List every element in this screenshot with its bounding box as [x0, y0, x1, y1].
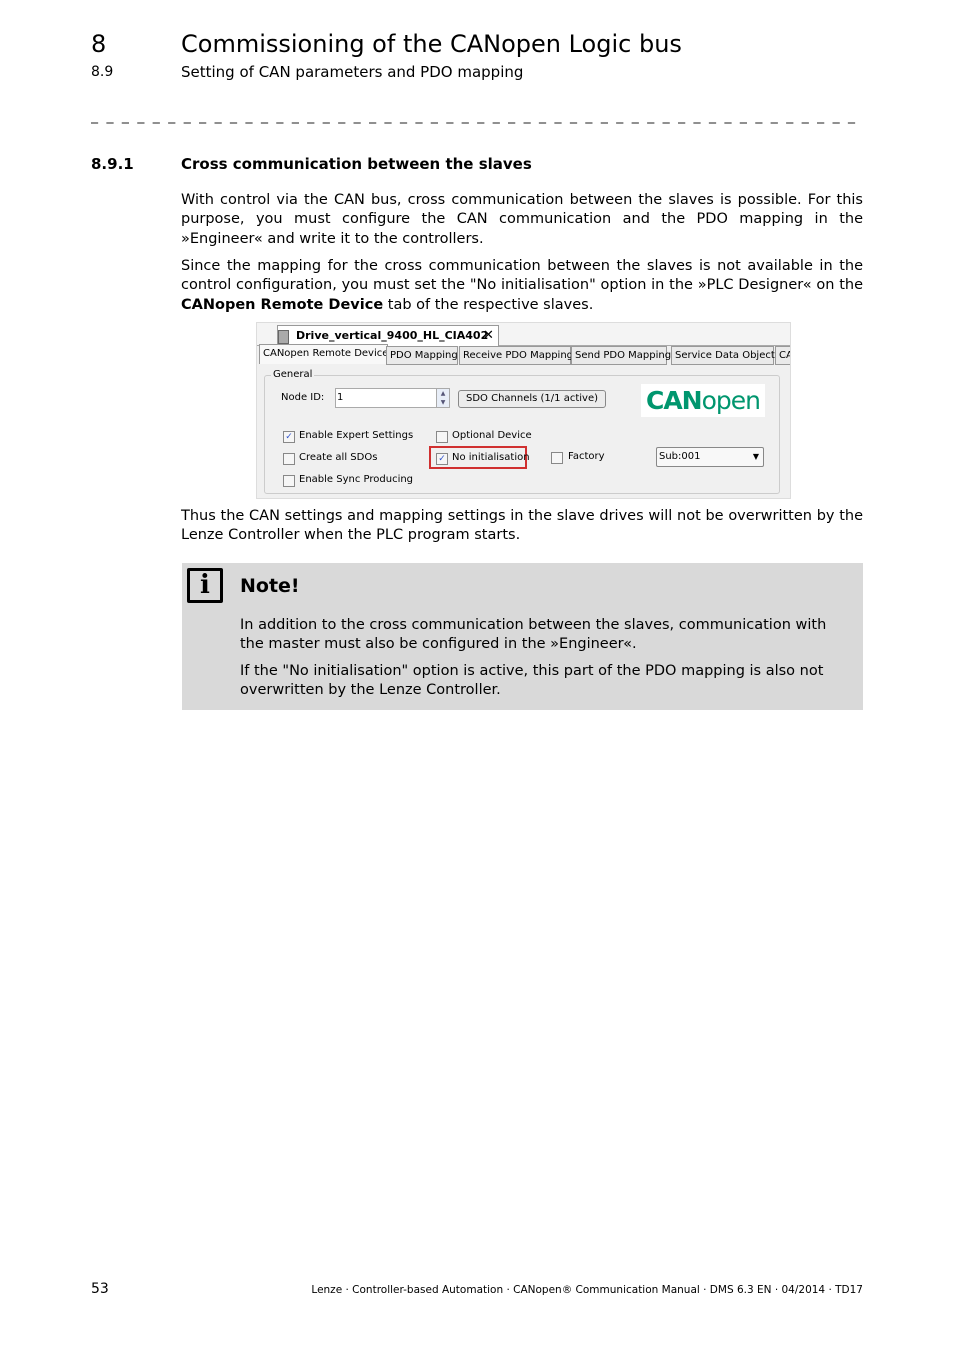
subsection-number: 8.9.1 [91, 155, 134, 173]
note-box: i Note! In addition to the cross communi… [182, 563, 863, 710]
info-icon: i [187, 568, 223, 603]
tab-pdo-mapping[interactable]: PDO Mapping [386, 346, 458, 365]
tab-service-data-object[interactable]: Service Data Object [671, 346, 775, 365]
paragraph: Since the mapping for the cross communic… [181, 257, 863, 315]
sdo-channels-button[interactable]: SDO Channels (1/1 active) [458, 390, 606, 408]
bold-text: CANopen Remote Device [181, 296, 384, 313]
spinner-icon[interactable]: ▲ ▼ [436, 389, 449, 407]
section-title: Setting of CAN parameters and PDO mappin… [181, 63, 524, 81]
node-id-value: 1 [337, 392, 344, 403]
checkbox-label: Create all SDOs [299, 452, 378, 463]
node-id-label: Node ID: [281, 392, 325, 403]
document-tab[interactable]: Drive_vertical_9400_HL_CIA402 ✕ [277, 325, 499, 346]
factory-checkbox[interactable] [551, 452, 563, 464]
text: Since the mapping for the cross communic… [181, 258, 863, 294]
tab-send-pdo-mapping[interactable]: Send PDO Mapping [571, 346, 671, 365]
document-tab-label: Drive_vertical_9400_HL_CIA402 [296, 329, 489, 342]
header-separator: _ _ _ _ _ _ _ _ _ _ _ _ _ _ _ _ _ _ _ _ … [91, 108, 861, 124]
note-paragraph: If the "No initialisation" option is act… [240, 663, 824, 699]
tab-bar: CANopen Remote Device PDO Mapping Receiv… [257, 344, 790, 365]
plc-designer-screenshot: Drive_vertical_9400_HL_CIA402 ✕ CANopen … [256, 322, 791, 499]
chevron-down-icon: ▼ [752, 452, 759, 461]
page: 8 Commissioning of the CANopen Logic bus… [0, 0, 954, 1350]
create-all-sdos-checkbox[interactable] [283, 453, 295, 465]
tab-truncated[interactable]: CA [775, 346, 790, 365]
tab-receive-pdo-mapping[interactable]: Receive PDO Mapping [459, 346, 573, 365]
tab-canopen-remote-device[interactable]: CANopen Remote Device [259, 344, 388, 364]
page-number: 53 [91, 1281, 109, 1297]
sub-select-value: Sub:001 [659, 451, 701, 462]
canopen-logo: CANopen [641, 384, 765, 417]
checkbox-label: Enable Sync Producing [299, 474, 414, 485]
paragraph: Thus the CAN settings and mapping settin… [181, 508, 863, 544]
footer-text: Lenze · Controller-based Automation · CA… [311, 1284, 863, 1296]
sub-select[interactable]: Sub:001 ▼ [656, 447, 764, 467]
group-label: General [271, 369, 315, 380]
close-icon[interactable]: ✕ [483, 326, 494, 346]
general-group: General Node ID: 1 ▲ ▼ SDO Channels (1/1 … [264, 369, 780, 494]
text: tab of the respective slaves. [383, 296, 594, 313]
enable-sync-producing-checkbox[interactable] [283, 475, 295, 487]
chapter-number: 8 [91, 30, 107, 58]
optional-device-checkbox[interactable] [436, 431, 448, 443]
note-paragraph: In addition to the cross communication b… [240, 617, 827, 653]
paragraph: With control via the CAN bus, cross comm… [181, 192, 863, 247]
note-title: Note! [240, 575, 300, 597]
no-initialisation-checkbox[interactable]: ✓ [436, 453, 448, 465]
checkbox-label: Enable Expert Settings [299, 430, 414, 441]
subsection-title: Cross communication between the slaves [181, 155, 532, 173]
chapter-title: Commissioning of the CANopen Logic bus [181, 30, 682, 58]
device-icon [278, 330, 289, 344]
checkbox-label: No initialisation [452, 452, 530, 463]
enable-expert-settings-checkbox[interactable]: ✓ [283, 431, 295, 443]
checkbox-label: Optional Device [452, 430, 532, 441]
document-tab-bar: Drive_vertical_9400_HL_CIA402 ✕ [257, 323, 790, 346]
node-id-input[interactable]: 1 ▲ ▼ [335, 388, 450, 408]
checkbox-label: Factory [568, 451, 605, 462]
section-number: 8.9 [91, 64, 114, 80]
